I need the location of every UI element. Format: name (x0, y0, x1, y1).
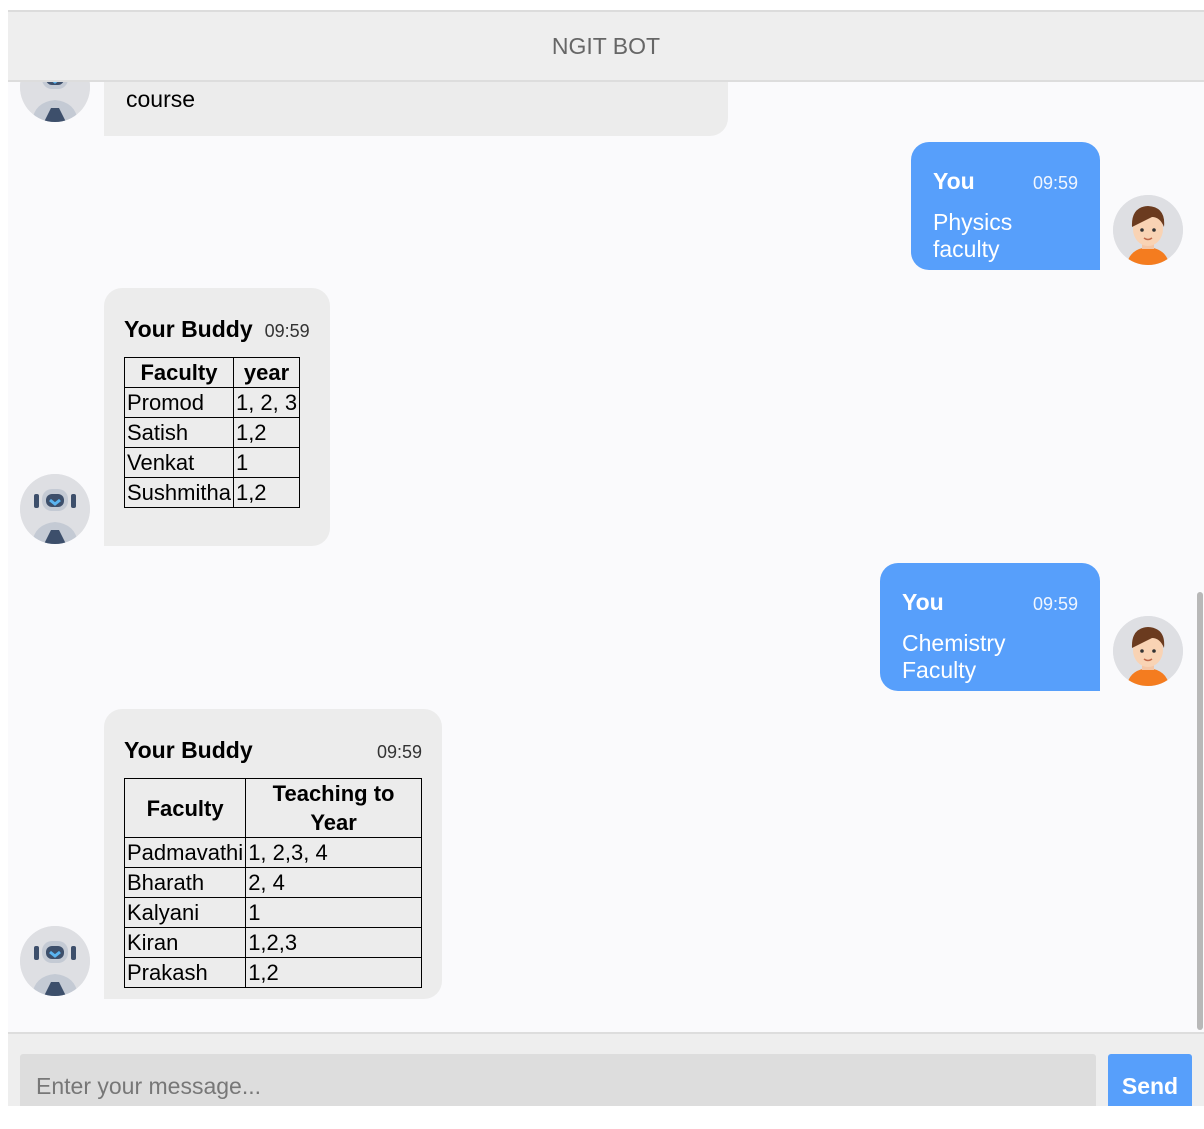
chat-header: NGIT BOT (8, 12, 1204, 82)
table-header-row: Faculty Teaching to Year (123, 778, 422, 838)
table-cell: 2, 4 (245, 867, 422, 898)
table-row: Padmavathi 1, 2,3, 4 (123, 837, 422, 868)
table-cell: Venkat (124, 447, 234, 478)
message-text: Chemistry Faculty (902, 630, 1006, 683)
message-input-area: Send (8, 1032, 1204, 1106)
user-message-bubble: You 09:59 Chemistry Faculty (880, 563, 1100, 691)
table-cell: 1,2,3 (245, 927, 422, 958)
table-cell: Kiran (123, 927, 247, 958)
table-row: Venkat 1 (124, 447, 301, 478)
table-row: Kiran 1,2,3 (123, 927, 422, 958)
bot-message-bubble: course (104, 82, 728, 136)
message-time: 09:59 (376, 742, 422, 762)
bot-message-bubble: Your Buddy 09:59 Faculty year Promod 1, 2… (104, 288, 330, 546)
table-row: Prakash 1,2 (123, 957, 422, 988)
table-row: Sushmitha 1,2 (124, 477, 301, 508)
bot-avatar-icon (20, 926, 90, 996)
sender-name: Your Buddy (124, 737, 253, 763)
table-cell: Bharath (123, 867, 247, 898)
table-row: Satish 1,2 (124, 417, 301, 448)
faculty-table: Faculty year Promod 1, 2, 3 Satish 1,2 Ven… (124, 357, 301, 508)
table-cell: Promod (124, 387, 234, 418)
bot-avatar-icon (20, 474, 90, 544)
table-cell: Kalyani (123, 897, 247, 928)
column-header: Teaching to Year (245, 778, 422, 838)
table-cell: Padmavathi (123, 837, 247, 868)
sender-name: Your Buddy (124, 316, 253, 342)
message-info: Your Buddy 09:59 (124, 737, 422, 764)
table-cell: Satish (124, 417, 234, 448)
column-header: year (232, 357, 301, 388)
table-cell: 1, 2,3, 4 (245, 837, 422, 868)
sender-name: You (933, 168, 975, 194)
table-cell: 1 (245, 897, 422, 928)
table-row: Bharath 2, 4 (123, 867, 422, 898)
faculty-table: Faculty Teaching to Year Padmavathi 1, 2,… (123, 778, 422, 988)
message-time: 09:59 (264, 321, 310, 341)
chat-title: NGIT BOT (551, 32, 661, 59)
message-time: 09:59 (1032, 594, 1078, 614)
sender-name: You (902, 589, 944, 615)
table-row: Promod 1, 2, 3 (124, 387, 301, 418)
message-text: Physics faculty (933, 209, 1013, 262)
user-avatar-icon (1113, 195, 1183, 265)
bot-message-bubble: Your Buddy 09:59 Faculty Teaching to Yea… (104, 709, 442, 999)
column-header: Faculty (124, 357, 234, 388)
table-cell: Prakash (123, 957, 247, 988)
table-cell: 1 (232, 447, 301, 478)
table-header-row: Faculty year (124, 357, 301, 388)
message-time: 09:59 (1032, 173, 1078, 193)
table-cell: Sushmitha (124, 477, 234, 508)
message-info: Your Buddy 09:59 (124, 316, 310, 343)
message-list[interactable]: course You 09:59 Physics faculty Your Bu… (8, 82, 1204, 1032)
message-input[interactable] (20, 1054, 1096, 1106)
chat-window: NGIT BOT course You 09:59 Physics facult… (8, 10, 1204, 1106)
user-avatar-icon (1113, 616, 1183, 686)
scrollbar[interactable] (1196, 82, 1204, 1032)
message-info: You 09:59 (933, 168, 1078, 195)
message-text: course (126, 86, 196, 112)
column-header: Faculty (123, 778, 247, 838)
table-cell: 1,2 (232, 477, 301, 508)
user-message-bubble: You 09:59 Physics faculty (911, 142, 1100, 270)
table-cell: 1,2 (245, 957, 422, 988)
bot-avatar-icon (20, 82, 90, 122)
send-button[interactable]: Send (1108, 1054, 1192, 1106)
scrollbar-thumb[interactable] (1197, 592, 1203, 1030)
table-cell: 1, 2, 3 (232, 387, 301, 418)
table-cell: 1,2 (232, 417, 301, 448)
message-info: You 09:59 (902, 589, 1078, 616)
table-row: Kalyani 1 (123, 897, 422, 928)
